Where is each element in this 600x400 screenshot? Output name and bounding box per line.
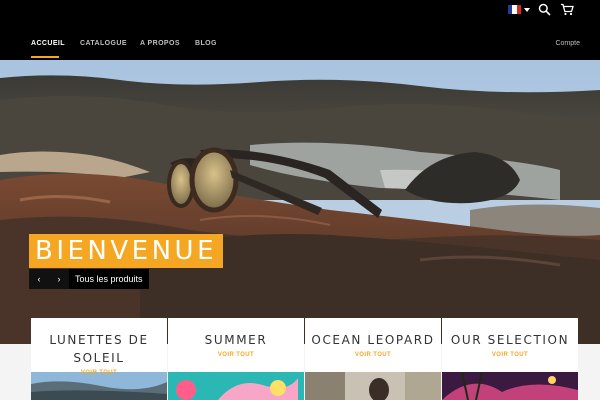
slide-prev-button[interactable]: ‹ xyxy=(29,269,49,289)
slide-next-button[interactable]: › xyxy=(49,269,69,289)
nav-item-blog[interactable]: BLOG xyxy=(195,40,217,47)
collection-card-ocean-leopard[interactable]: OCEAN LEOPARD VOIR TOUT xyxy=(305,318,441,400)
collection-title: OUR SELECTION xyxy=(450,333,570,347)
collection-title: LUNETTES DE xyxy=(49,333,149,347)
collection-card-lunettes[interactable]: LUNETTES DE SOLEIL VOIR TOUT xyxy=(31,318,167,400)
collection-image xyxy=(305,372,441,400)
collection-view-all-link[interactable]: VOIR TOUT xyxy=(305,352,441,358)
collection-view-all-link[interactable]: VOIR TOUT xyxy=(31,370,167,376)
chevron-down-icon[interactable] xyxy=(524,8,530,12)
cart-icon[interactable] xyxy=(560,3,574,16)
collection-title: SUMMER xyxy=(204,333,268,347)
collection-card-our-selection[interactable]: OUR SELECTION VOIR TOUT xyxy=(442,318,578,400)
chevron-left-icon: ‹ xyxy=(37,274,41,284)
slideshow-controls: ‹ › Tous les produits xyxy=(29,269,149,289)
collection-title: OCEAN LEOPARD xyxy=(311,333,435,347)
utility-bar xyxy=(0,0,600,20)
collection-image xyxy=(31,372,167,400)
collection-card-summer[interactable]: SUMMER VOIR TOUT xyxy=(168,318,304,400)
collection-title-line2: SOLEIL xyxy=(73,351,125,365)
hero-title: BIENVENUE xyxy=(29,234,224,268)
nav-item-a-propos[interactable]: A PROPOS xyxy=(140,40,180,47)
nav-item-accueil[interactable]: ACCUEIL xyxy=(31,40,65,47)
collection-image xyxy=(442,372,578,400)
collection-view-all-link[interactable]: VOIR TOUT xyxy=(168,352,304,358)
chevron-right-icon: › xyxy=(57,274,61,284)
flag-fr-icon[interactable] xyxy=(508,5,521,14)
search-icon[interactable] xyxy=(538,3,551,16)
account-link[interactable]: Compte xyxy=(555,40,580,47)
hero-slideshow: BIENVENUE ‹ › Tous les produits xyxy=(0,60,600,350)
all-products-link[interactable]: Tous les produits xyxy=(69,269,149,289)
active-nav-indicator xyxy=(31,56,59,58)
hero-image xyxy=(0,60,600,350)
nav-item-catalogue[interactable]: CATALOGUE xyxy=(80,40,127,47)
collection-view-all-link[interactable]: VOIR TOUT xyxy=(442,352,578,358)
main-nav: ACCUEIL CATALOGUE A PROPOS BLOG Compte xyxy=(0,20,600,60)
collection-image xyxy=(168,372,304,400)
